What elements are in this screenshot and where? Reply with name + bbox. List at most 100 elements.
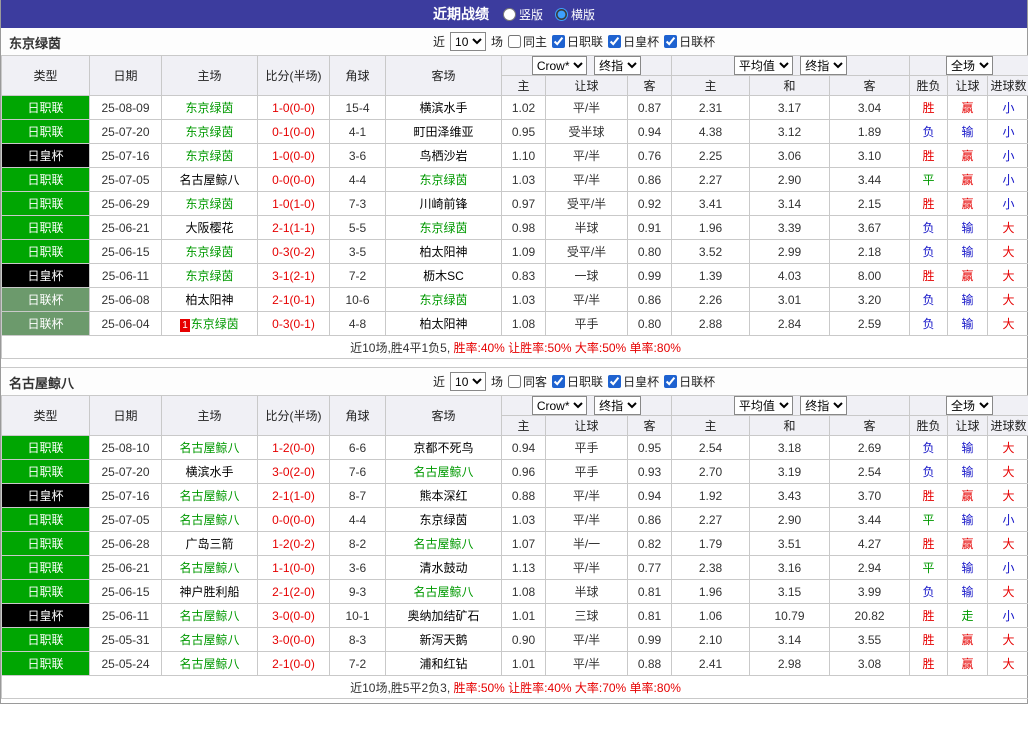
filter-emperor-cup[interactable]: 日皇杯: [608, 373, 659, 390]
away-team-cell: 浦和红钻: [385, 651, 502, 676]
filter-same-away-checkbox[interactable]: [508, 375, 522, 388]
league-cell: 日职联: [1, 651, 90, 676]
date-cell: 25-06-15: [89, 239, 162, 264]
score-fulltime: 1-0: [272, 148, 290, 163]
away-team-name: 新泻天鹅: [419, 633, 468, 647]
filter-jleague[interactable]: 日职联: [552, 33, 603, 50]
handicap-odds-home: 1.01: [501, 603, 546, 628]
bookmaker-select[interactable]: Crow*: [531, 56, 587, 75]
home-team-cell: 名古屋鲸八: [161, 167, 258, 192]
avg-odds-home: 2.41: [671, 651, 751, 676]
avg-odds-home: 3.52: [671, 239, 751, 264]
score-halftime: (0-0): [289, 124, 315, 139]
filter-same-away[interactable]: 同客: [508, 373, 547, 390]
result-handicap: 输: [947, 555, 989, 580]
avg-odds-home: 1.96: [671, 215, 751, 240]
result-winlose: 负: [909, 435, 949, 460]
filter-levain-cup[interactable]: 日联杯: [664, 373, 715, 390]
avg-odds-away: 2.54: [829, 459, 911, 484]
col-score: 比分(半场): [257, 55, 330, 96]
score-cell: 2-1(1-0): [257, 483, 330, 508]
filter-jleague-checkbox[interactable]: [552, 35, 566, 48]
handicap-odds-line: 受平/半: [545, 191, 628, 216]
odds-stage-select-2[interactable]: 终指: [800, 56, 848, 75]
filter-levain-cup-checkbox[interactable]: [664, 35, 678, 48]
score-cell: 1-2(0-2): [257, 531, 330, 556]
result-winlose: 胜: [909, 143, 949, 168]
score-cell: 1-1(0-0): [257, 555, 330, 580]
date-cell: 25-05-24: [89, 651, 162, 676]
avg-odds-away: 8.00: [829, 263, 911, 288]
team-title: 东京绿茵: [9, 36, 62, 51]
match-row: 日职联 25-07-05 名古屋鲸八 0-0(0-0) 4-4 东京绿茵 1.03 平/半 0.…: [1, 167, 1028, 192]
handicap-odds-home: 1.10: [501, 143, 546, 168]
recent-count-select[interactable]: 10: [450, 372, 487, 391]
handicap-odds-group: Crow* 终指: [500, 395, 673, 416]
col-handicap-result: 让球: [947, 75, 989, 96]
average-select[interactable]: 平均值: [733, 396, 793, 415]
away-team-cell: 清水鼓动: [385, 555, 502, 580]
col-type: 类型: [1, 395, 90, 436]
average-select[interactable]: 平均值: [733, 56, 793, 75]
away-team-cell: 柏太阳神: [385, 239, 502, 264]
fulltime-select[interactable]: 全场: [946, 56, 994, 75]
bookmaker-select[interactable]: Crow*: [531, 396, 587, 415]
handicap-odds-line: 平/半: [545, 167, 628, 192]
odds-stage-select[interactable]: 终指: [594, 56, 642, 75]
home-team-name: 名古屋鲸八: [179, 609, 240, 623]
score-cell: 0-0(0-0): [257, 167, 330, 192]
odds-stage-select[interactable]: 终指: [594, 396, 642, 415]
handicap-odds-home: 0.83: [501, 263, 546, 288]
filter-jleague-checkbox[interactable]: [552, 375, 566, 388]
result-winlose: 平: [909, 555, 949, 580]
radio-vertical-input[interactable]: [502, 7, 516, 21]
handicap-odds-home: 0.97: [501, 191, 546, 216]
fulltime-select[interactable]: 全场: [946, 396, 994, 415]
filter-emperor-cup[interactable]: 日皇杯: [608, 33, 659, 50]
handicap-odds-line: 平/半: [545, 95, 628, 120]
league-cell: 日职联: [1, 555, 90, 580]
home-team-cell: 名古屋鲸八: [161, 507, 258, 532]
match-row: 日职联 25-06-28 广岛三箭 1-2(0-2) 8-2 名古屋鲸八 1.07 半/一 0.…: [1, 531, 1028, 556]
filter-jleague[interactable]: 日职联: [552, 373, 603, 390]
filter-emperor-cup-checkbox[interactable]: [608, 375, 622, 388]
handicap-odds-home: 1.03: [501, 167, 546, 192]
handicap-odds-line: 平/半: [545, 651, 628, 676]
col-corner: 角球: [329, 55, 386, 96]
summary-record: 近10场,胜5平2负3,: [350, 680, 454, 695]
home-team-name: 名古屋鲸八: [179, 513, 240, 527]
avg-odds-draw: 3.14: [749, 191, 831, 216]
radio-horizontal-input[interactable]: [555, 7, 568, 21]
avg-odds-home: 2.31: [671, 95, 751, 120]
col-type: 类型: [1, 55, 90, 96]
filter-same-home-checkbox[interactable]: [508, 35, 522, 48]
filter-jleague-label: 日职联: [567, 375, 604, 389]
page: 近期战绩 竖版 横版 东京绿茵 近 10 场 同主 日职联 日皇杯 日联杯 类型…: [0, 0, 1028, 704]
radio-horizontal[interactable]: 横版: [555, 6, 595, 23]
odds-stage-select-2[interactable]: 终指: [800, 396, 848, 415]
filter-emperor-cup-checkbox[interactable]: [608, 35, 622, 48]
away-team-cell: 枥木SC: [385, 263, 502, 288]
filter-levain-cup[interactable]: 日联杯: [664, 33, 715, 50]
corner-cell: 3-6: [329, 143, 386, 168]
result-goals: 大: [987, 239, 1028, 264]
filter-levain-cup-checkbox[interactable]: [664, 375, 678, 388]
filter-same-home[interactable]: 同主: [508, 33, 547, 50]
avg-odds-home: 1.79: [671, 531, 751, 556]
league-cell: 日皇杯: [1, 143, 90, 168]
home-team-cell: 名古屋鲸八: [161, 555, 258, 580]
recent-count-select[interactable]: 10: [450, 32, 487, 51]
result-winlose: 胜: [909, 95, 949, 120]
score-cell: 0-0(0-0): [257, 507, 330, 532]
away-team-name: 东京绿茵: [419, 173, 468, 187]
away-team-cell: 名古屋鲸八: [385, 579, 502, 604]
result-goals: 小: [987, 603, 1028, 628]
result-handicap: 赢: [947, 483, 989, 508]
away-team-cell: 京都不死鸟: [385, 435, 502, 460]
avg-odds-draw: 3.17: [749, 95, 831, 120]
radio-vertical[interactable]: 竖版: [502, 6, 543, 23]
handicap-odds-away: 0.87: [626, 95, 673, 120]
filter-levain-cup-label: 日联杯: [679, 375, 716, 389]
home-team-name: 横滨水手: [185, 465, 234, 479]
games-label: 场: [491, 35, 504, 49]
